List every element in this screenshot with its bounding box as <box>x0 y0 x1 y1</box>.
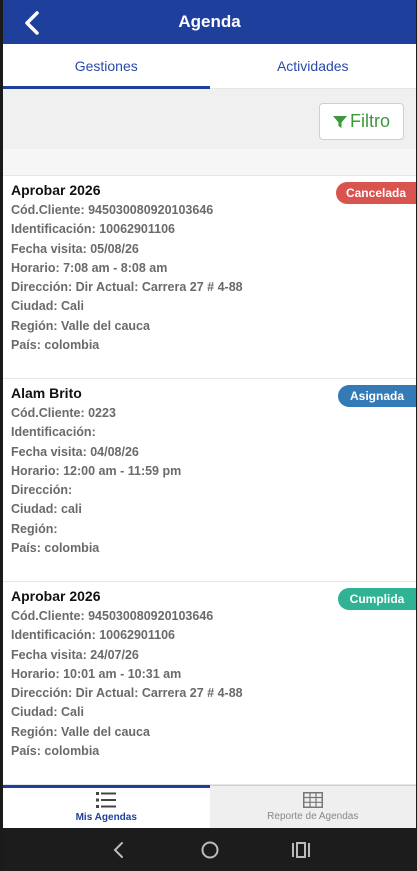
filter-bar: Filtro <box>3 89 416 149</box>
system-home-button[interactable] <box>195 835 225 865</box>
field-horario: Horario: 10:01 am - 10:31 am <box>11 666 182 681</box>
nav-reporte-agendas[interactable]: Reporte de Agendas <box>210 786 417 828</box>
status-badge: Asignada <box>338 385 416 407</box>
agenda-list[interactable]: Aprobar 2026 Cancelada Cód.Cliente: 9450… <box>3 149 416 785</box>
tab-actividades[interactable]: Actividades <box>210 44 417 88</box>
filter-icon <box>333 115 347 128</box>
status-badge: Cancelada <box>335 182 416 204</box>
field-fecha-visita: Fecha visita: 05/08/26 <box>11 241 139 256</box>
recents-icon <box>291 841 310 858</box>
top-app-bar: Agenda <box>3 0 416 44</box>
field-ciudad: Ciudad: cali <box>11 502 82 517</box>
nav-mis-agendas[interactable]: Mis Agendas <box>3 785 210 828</box>
field-ciudad: Ciudad: Cali <box>11 705 84 720</box>
status-badge: Cumplida <box>338 588 416 610</box>
home-circle-icon <box>201 841 218 858</box>
agenda-card[interactable]: Alam Brito Asignada Cód.Cliente: 0223 Id… <box>3 379 416 582</box>
field-fecha-visita: Fecha visita: 04/08/26 <box>11 444 139 459</box>
list-spacer <box>3 149 416 176</box>
nav-label: Reporte de Agendas <box>267 811 359 822</box>
filter-label: Filtro <box>350 111 390 131</box>
app-frame: Agenda Gestiones Actividades Filtro Apro… <box>3 0 416 871</box>
field-pais: País: colombia <box>11 338 100 353</box>
back-button[interactable] <box>19 10 45 36</box>
page-title: Agenda <box>178 12 241 31</box>
tab-gestiones[interactable]: Gestiones <box>3 44 210 89</box>
field-region: Región: Valle del cauca <box>11 318 150 333</box>
agenda-card[interactable]: Aprobar 2026 Cancelada Cód.Cliente: 9450… <box>3 176 416 379</box>
agenda-card[interactable]: Aprobar 2026 Cumplida Cód.Cliente: 94503… <box>3 582 416 785</box>
field-pais: País: colombia <box>11 541 100 556</box>
field-direccion: Dirección: Dir Actual: Carrera 27 # 4-88 <box>11 686 243 701</box>
back-arrow-icon <box>25 11 39 35</box>
field-horario: Horario: 7:08 am - 8:08 am <box>11 260 168 275</box>
field-direccion: Dirección: <box>11 483 73 498</box>
field-ciudad: Ciudad: Cali <box>11 299 84 314</box>
system-navigation-bar <box>3 828 416 871</box>
bottom-navigation: Mis Agendas Reporte de Agendas <box>3 785 416 828</box>
table-icon <box>302 792 323 808</box>
back-chevron-icon <box>113 841 123 858</box>
field-region: Región: <box>11 521 58 536</box>
list-icon <box>96 792 117 808</box>
field-identificacion: Identificación: 10062901106 <box>11 222 175 237</box>
field-horario: Horario: 12:00 am - 11:59 pm <box>11 463 182 478</box>
system-back-button[interactable] <box>104 835 134 865</box>
field-direccion: Dirección: Dir Actual: Carrera 27 # 4-88 <box>11 280 243 295</box>
system-recents-button[interactable] <box>286 835 316 865</box>
field-fecha-visita: Fecha visita: 24/07/26 <box>11 647 139 662</box>
field-identificacion: Identificación: 10062901106 <box>11 628 175 643</box>
filter-button[interactable]: Filtro <box>319 103 404 140</box>
nav-label: Mis Agendas <box>75 812 137 823</box>
field-region: Región: Valle del cauca <box>11 724 150 739</box>
field-identificacion: Identificación: <box>11 425 96 440</box>
tab-bar: Gestiones Actividades <box>3 44 416 89</box>
field-pais: País: colombia <box>11 744 100 759</box>
